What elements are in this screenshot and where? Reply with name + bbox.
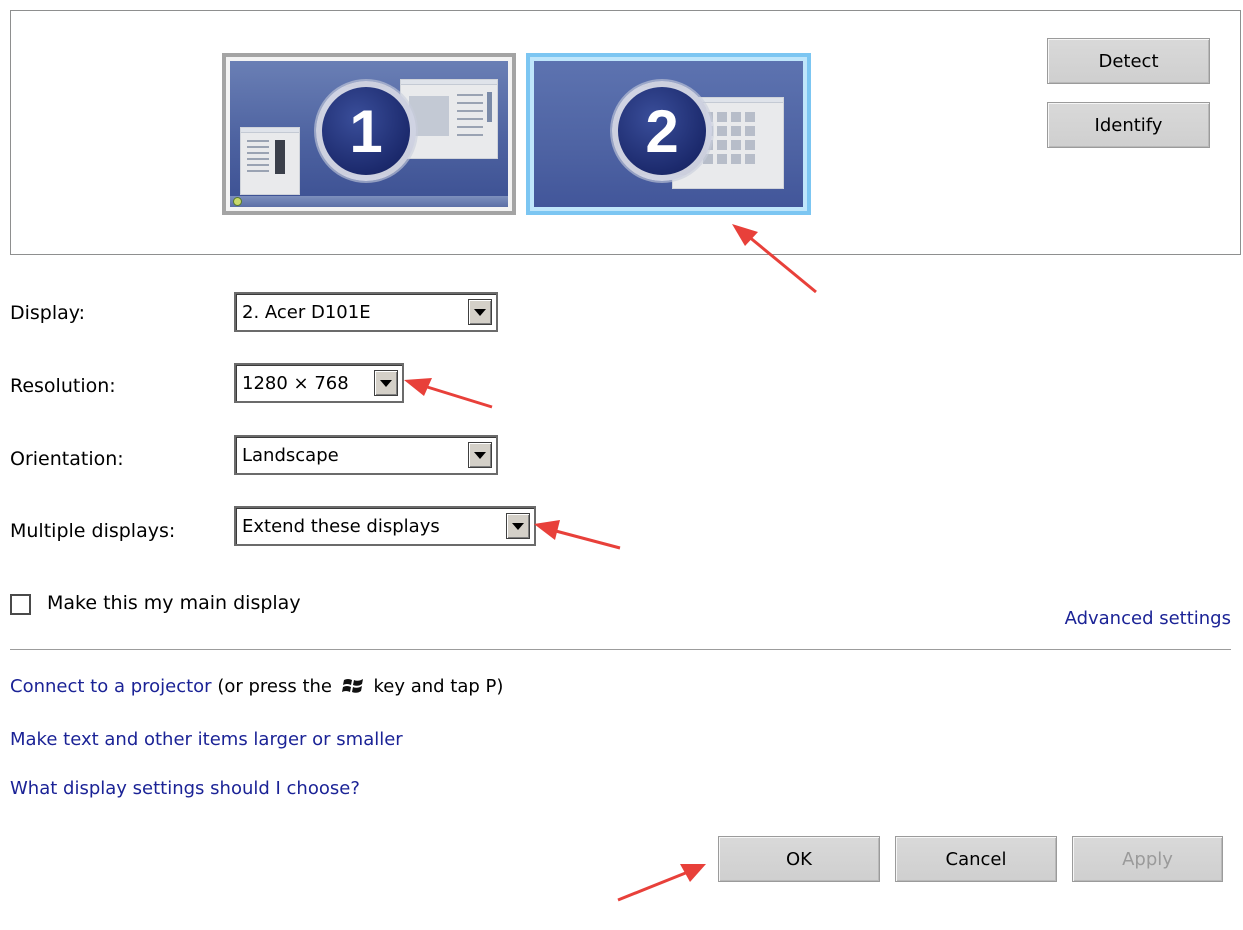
apply-button: Apply bbox=[1072, 836, 1223, 882]
identify-button[interactable]: Identify bbox=[1047, 102, 1210, 148]
main-display-checkbox[interactable] bbox=[10, 594, 31, 615]
display-select-value: 2. Acer D101E bbox=[242, 302, 371, 323]
mini-taskbar bbox=[230, 196, 508, 207]
orientation-select[interactable]: Landscape bbox=[234, 435, 498, 475]
main-display-checkbox-label[interactable]: Make this my main display bbox=[47, 592, 301, 614]
chevron-down-icon[interactable] bbox=[374, 370, 398, 396]
monitor-number-badge: 1 bbox=[316, 81, 416, 181]
apply-button-label: Apply bbox=[1122, 848, 1173, 870]
chevron-down-icon[interactable] bbox=[468, 442, 492, 468]
monitor-number: 2 bbox=[645, 97, 679, 165]
projector-line: Connect to a projector (or press the key… bbox=[10, 676, 503, 697]
identify-button-label: Identify bbox=[1094, 114, 1163, 136]
monitor-1[interactable]: 1 bbox=[222, 53, 516, 215]
ok-button[interactable]: OK bbox=[718, 836, 880, 882]
multiple-displays-select[interactable]: Extend these displays bbox=[234, 506, 536, 546]
monitor-number-badge: 2 bbox=[612, 81, 712, 181]
display-select[interactable]: 2. Acer D101E bbox=[234, 292, 498, 332]
annotation-arrow bbox=[617, 864, 706, 902]
text-size-link[interactable]: Make text and other items larger or smal… bbox=[10, 729, 403, 750]
display-help-link[interactable]: What display settings should I choose? bbox=[10, 778, 360, 799]
divider bbox=[10, 649, 1231, 650]
display-label: Display: bbox=[10, 302, 86, 324]
chevron-down-icon[interactable] bbox=[468, 299, 492, 325]
cancel-button-label: Cancel bbox=[945, 848, 1007, 870]
cancel-button[interactable]: Cancel bbox=[895, 836, 1057, 882]
monitor-arrangement-panel: 1 2 Detect Identify bbox=[10, 10, 1241, 255]
annotation-arrow bbox=[404, 378, 493, 409]
monitor-number: 1 bbox=[349, 97, 383, 165]
orientation-label: Orientation: bbox=[10, 448, 124, 470]
orientation-select-value: Landscape bbox=[242, 445, 339, 466]
monitor-2[interactable]: 2 bbox=[526, 53, 811, 215]
connect-projector-link[interactable]: Connect to a projector bbox=[10, 676, 212, 697]
projector-hint-text-end: key and tap P) bbox=[373, 676, 504, 697]
resolution-select-value: 1280 × 768 bbox=[242, 373, 349, 394]
multiple-displays-label: Multiple displays: bbox=[10, 520, 176, 542]
detect-button[interactable]: Detect bbox=[1047, 38, 1210, 84]
advanced-settings-link[interactable]: Advanced settings bbox=[1065, 608, 1231, 629]
ok-button-label: OK bbox=[786, 848, 812, 870]
windows-logo-icon bbox=[341, 679, 363, 693]
projector-hint-text: (or press the bbox=[217, 676, 332, 697]
start-orb-icon bbox=[233, 197, 242, 206]
detect-button-label: Detect bbox=[1098, 50, 1159, 72]
multiple-displays-select-value: Extend these displays bbox=[242, 516, 440, 537]
chevron-down-icon[interactable] bbox=[506, 513, 530, 539]
resolution-select[interactable]: 1280 × 768 bbox=[234, 363, 404, 403]
mini-window-icon bbox=[240, 127, 300, 195]
resolution-label: Resolution: bbox=[10, 375, 116, 397]
annotation-arrow bbox=[534, 520, 621, 550]
